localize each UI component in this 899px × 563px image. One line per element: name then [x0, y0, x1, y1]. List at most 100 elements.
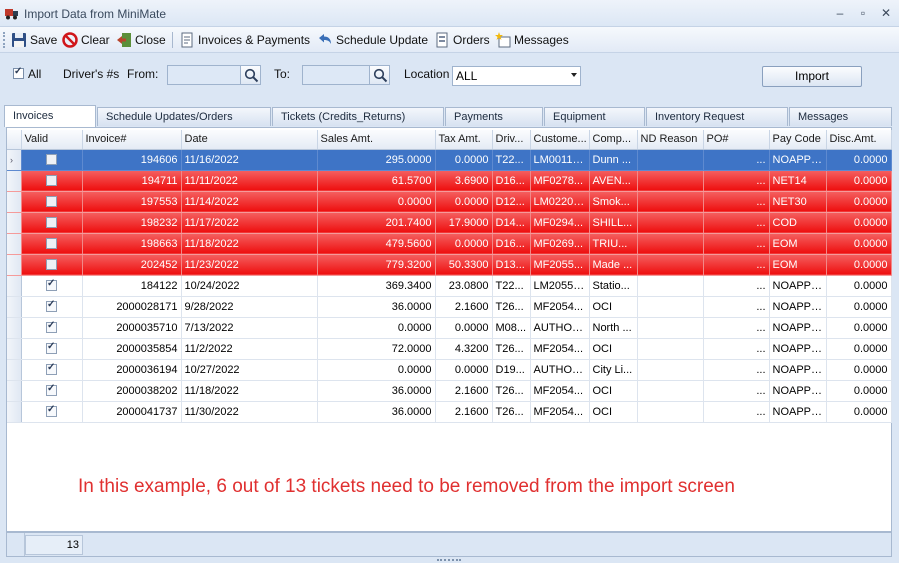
cell-po[interactable]: ... [703, 338, 770, 360]
cell-driver[interactable]: D14... [492, 212, 531, 234]
cell-invoice[interactable]: 194606 [82, 149, 182, 171]
cell-nd-reason[interactable] [637, 317, 704, 339]
from-search-button[interactable] [240, 65, 261, 85]
location-select[interactable]: ALL [452, 66, 581, 86]
cell-date[interactable]: 11/18/2022 [181, 380, 318, 402]
cell-sales-amt[interactable]: 0.0000 [317, 191, 436, 213]
cell-po[interactable]: ... [703, 275, 770, 297]
row-indicator[interactable] [7, 170, 22, 192]
cell-company[interactable]: OCI [589, 338, 638, 360]
cell-pay-code[interactable]: NOAPPL... [769, 317, 827, 339]
column-header-invoice[interactable]: Invoice# [82, 130, 182, 150]
table-row[interactable]: 202452 11/23/2022 779.3200 50.3300 D13... MF2… [7, 254, 892, 276]
cell-disc-amt[interactable]: 0.0000 [826, 149, 892, 171]
cell-nd-reason[interactable] [637, 275, 704, 297]
cell-tax-amt[interactable]: 2.1600 [435, 380, 493, 402]
tab-equipment[interactable]: Equipment [544, 107, 645, 126]
cell-date[interactable]: 11/17/2022 [181, 212, 318, 234]
table-row[interactable]: 200003820211/18/202236.00002.1600T26...M… [7, 380, 892, 402]
cell-po[interactable]: ... [703, 191, 770, 213]
valid-checkbox[interactable] [46, 154, 57, 166]
cell-po[interactable]: ... [703, 380, 770, 402]
cell-po[interactable]: ... [703, 317, 770, 339]
messages-button[interactable]: Messages [495, 30, 569, 50]
cell-po[interactable]: ... [703, 254, 770, 276]
cell-disc-amt[interactable]: 0.0000 [826, 380, 892, 402]
cell-valid[interactable] [21, 380, 83, 402]
cell-sales-amt[interactable]: 369.3400 [317, 275, 436, 297]
cell-invoice[interactable]: 2000028171 [82, 296, 182, 318]
cell-po[interactable]: ... [703, 296, 770, 318]
cell-valid[interactable] [21, 359, 83, 381]
cell-disc-amt[interactable]: 0.0000 [826, 191, 892, 213]
column-header-nd-reason[interactable]: ND Reason [637, 130, 704, 150]
cell-date[interactable]: 11/16/2022 [181, 149, 318, 171]
row-indicator[interactable] [7, 212, 22, 234]
cell-customer[interactable]: MF0278... [530, 170, 590, 192]
table-row[interactable]: 20000357107/13/20220.00000.0000M08...AUT… [7, 317, 892, 339]
close-window-icon[interactable]: ✕ [878, 5, 894, 21]
cell-date[interactable]: 10/24/2022 [181, 275, 318, 297]
cell-sales-amt[interactable]: 36.0000 [317, 296, 436, 318]
column-header-customer[interactable]: Custome... [530, 130, 590, 150]
cell-pay-code[interactable]: COD [769, 212, 827, 234]
cell-valid[interactable] [21, 233, 83, 255]
cell-sales-amt[interactable]: 201.7400 [317, 212, 436, 234]
cell-driver[interactable]: D19... [492, 359, 531, 381]
cell-nd-reason[interactable] [637, 191, 704, 213]
cell-customer[interactable]: AUTHOR... [530, 317, 590, 339]
cell-tax-amt[interactable]: 0.0000 [435, 233, 493, 255]
column-header-date[interactable]: Date [181, 130, 318, 150]
cell-company[interactable]: Dunn ... [589, 149, 638, 171]
cell-nd-reason[interactable] [637, 170, 704, 192]
row-indicator[interactable] [7, 296, 22, 318]
cell-disc-amt[interactable]: 0.0000 [826, 170, 892, 192]
row-indicator[interactable] [7, 380, 22, 402]
cell-pay-code[interactable]: NOAPPL... [769, 359, 827, 381]
cell-driver[interactable]: T22... [492, 149, 531, 171]
cell-invoice[interactable]: 2000036194 [82, 359, 182, 381]
cell-nd-reason[interactable] [637, 338, 704, 360]
column-header-driver[interactable]: Driv... [492, 130, 531, 150]
cell-customer[interactable]: AUTHOR... [530, 359, 590, 381]
cell-tax-amt[interactable]: 0.0000 [435, 359, 493, 381]
tab-messages[interactable]: Messages [789, 107, 892, 126]
cell-valid[interactable] [21, 149, 83, 171]
cell-customer[interactable]: MF2054... [530, 380, 590, 402]
cell-invoice[interactable]: 2000035854 [82, 338, 182, 360]
cell-driver[interactable]: D16... [492, 233, 531, 255]
valid-checkbox[interactable] [46, 320, 57, 334]
cell-nd-reason[interactable] [637, 359, 704, 381]
cell-sales-amt[interactable]: 0.0000 [317, 317, 436, 339]
from-driver-input[interactable] [167, 65, 241, 85]
column-header-po[interactable]: PO# [703, 130, 770, 150]
cell-company[interactable]: OCI [589, 296, 638, 318]
cell-valid[interactable] [21, 254, 83, 276]
cell-tax-amt[interactable]: 2.1600 [435, 296, 493, 318]
cell-pay-code[interactable]: NOAPPL... [769, 401, 827, 423]
to-driver-input[interactable] [302, 65, 370, 85]
cell-invoice[interactable]: 198663 [82, 233, 182, 255]
cell-date[interactable]: 10/27/2022 [181, 359, 318, 381]
cell-pay-code[interactable]: NOAPPL... [769, 149, 827, 171]
valid-checkbox[interactable] [46, 341, 57, 355]
row-indicator[interactable] [7, 317, 22, 339]
cell-company[interactable]: Made ... [589, 254, 638, 276]
cell-pay-code[interactable]: NOAPPL... [769, 296, 827, 318]
row-indicator[interactable] [7, 359, 22, 381]
cell-driver[interactable]: T26... [492, 401, 531, 423]
table-row[interactable]: 200003585411/2/202272.00004.3200T26...MF… [7, 338, 892, 360]
cell-tax-amt[interactable]: 2.1600 [435, 401, 493, 423]
import-button[interactable]: Import [762, 66, 862, 87]
cell-sales-amt[interactable]: 36.0000 [317, 401, 436, 423]
table-row[interactable]: 198663 11/18/2022 479.5600 0.0000 D16... MF02… [7, 233, 892, 255]
toolbar-grip[interactable] [3, 32, 6, 48]
cell-driver[interactable]: D12... [492, 191, 531, 213]
valid-checkbox[interactable] [46, 383, 57, 397]
cell-nd-reason[interactable] [637, 380, 704, 402]
valid-checkbox[interactable] [46, 217, 57, 229]
cell-customer[interactable]: MF2054... [530, 296, 590, 318]
cell-tax-amt[interactable]: 23.0800 [435, 275, 493, 297]
cell-disc-amt[interactable]: 0.0000 [826, 401, 892, 423]
table-row[interactable]: 194711 11/11/2022 61.5700 3.6900 D16... MF027… [7, 170, 892, 192]
